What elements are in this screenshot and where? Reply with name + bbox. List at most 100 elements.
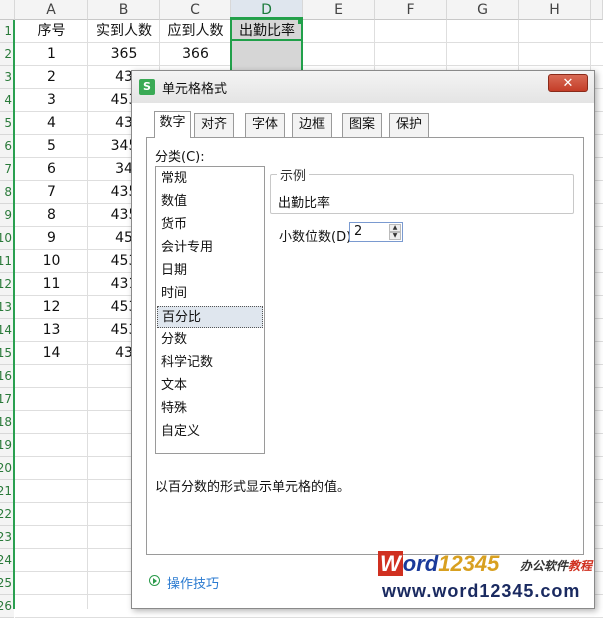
play-circle-icon[interactable] xyxy=(149,575,160,586)
category-item-currency[interactable]: 货币 xyxy=(157,214,263,236)
decimal-places-stepper[interactable]: 2 ▲ ▼ xyxy=(349,222,403,242)
category-item-scientific[interactable]: 科学记数 xyxy=(157,352,263,374)
category-item-date[interactable]: 日期 xyxy=(157,260,263,282)
tab-alignment[interactable]: 对齐 xyxy=(194,113,234,137)
row-header[interactable]: 9 xyxy=(0,204,14,227)
row-number: 26 xyxy=(0,599,12,613)
row-header[interactable]: 15 xyxy=(0,342,14,365)
row-header[interactable]: 22 xyxy=(0,503,14,526)
category-item-percentage[interactable]: 百分比 xyxy=(157,306,263,328)
cell-a10[interactable]: 9 xyxy=(15,227,88,249)
cell-a6[interactable]: 5 xyxy=(15,135,88,157)
tab-border[interactable]: 边框 xyxy=(292,113,332,137)
row-number: 20 xyxy=(0,461,12,475)
watermark-num: 12345 xyxy=(438,551,500,576)
cell-a14[interactable]: 13 xyxy=(15,319,88,341)
row-header[interactable]: 26 xyxy=(0,595,14,618)
cell-a11[interactable]: 10 xyxy=(15,250,88,272)
category-item-fraction[interactable]: 分数 xyxy=(157,329,263,351)
column-header-i[interactable] xyxy=(591,0,603,20)
row-header[interactable]: 6 xyxy=(0,135,14,158)
row-header[interactable]: 25 xyxy=(0,572,14,595)
cell-a12[interactable]: 11 xyxy=(15,273,88,295)
cell-a7[interactable]: 6 xyxy=(15,158,88,180)
row-header[interactable]: 16 xyxy=(0,365,14,388)
tab-font[interactable]: 字体 xyxy=(245,113,285,137)
tab-number[interactable]: 数字 xyxy=(154,111,191,138)
select-all-corner[interactable] xyxy=(0,0,15,20)
row-header[interactable]: 21 xyxy=(0,480,14,503)
fill-handle[interactable] xyxy=(298,19,303,24)
row-header[interactable]: 7 xyxy=(0,158,14,181)
cell-a5[interactable]: 4 xyxy=(15,112,88,134)
column-header-a[interactable]: A xyxy=(15,0,88,20)
cell-a8[interactable]: 7 xyxy=(15,181,88,203)
decimal-places-value[interactable]: 2 xyxy=(354,224,362,239)
cell-a13[interactable]: 12 xyxy=(15,296,88,318)
dialog-titlebar[interactable]: S 单元格格式 ✕ xyxy=(132,71,594,103)
selection-border xyxy=(230,40,232,72)
cell-b2[interactable]: 365 xyxy=(88,43,160,65)
row-header[interactable]: 12 xyxy=(0,273,14,296)
watermark-brand: Word12345 xyxy=(378,551,499,577)
row-header[interactable]: 19 xyxy=(0,434,14,457)
tab-protection[interactable]: 保护 xyxy=(389,113,429,137)
category-item-general[interactable]: 常规 xyxy=(157,168,263,190)
row-header[interactable]: 24 xyxy=(0,549,14,572)
row-header[interactable]: 5 xyxy=(0,112,14,135)
row-header[interactable]: 2 xyxy=(0,43,14,66)
app-logo-icon: S xyxy=(139,79,155,95)
column-header-f[interactable]: F xyxy=(375,0,447,20)
column-header-e[interactable]: E xyxy=(303,0,375,20)
watermark-tagline: 办公软件教程 xyxy=(520,557,592,574)
column-header-c[interactable]: C xyxy=(160,0,231,20)
row-header[interactable]: 20 xyxy=(0,457,14,480)
cell-a15[interactable]: 14 xyxy=(15,342,88,364)
category-item-text[interactable]: 文本 xyxy=(157,375,263,397)
row-header[interactable]: 11 xyxy=(0,250,14,273)
column-header-b[interactable]: B xyxy=(88,0,160,20)
row-number: 18 xyxy=(0,415,12,429)
row-header[interactable]: 18 xyxy=(0,411,14,434)
category-item-special[interactable]: 特殊 xyxy=(157,398,263,420)
category-item-time[interactable]: 时间 xyxy=(157,283,263,305)
cell-c1[interactable]: 应到人数 xyxy=(160,20,231,42)
cell-a9[interactable]: 8 xyxy=(15,204,88,226)
category-item-custom[interactable]: 自定义 xyxy=(157,421,263,443)
category-item-number[interactable]: 数值 xyxy=(157,191,263,213)
row-header[interactable]: 13 xyxy=(0,296,14,319)
cell-a3[interactable]: 2 xyxy=(15,66,88,88)
row-header[interactable]: 3 xyxy=(0,66,14,89)
cell-a2[interactable]: 1 xyxy=(15,43,88,65)
row-number: 15 xyxy=(0,346,12,360)
active-cell-border xyxy=(230,17,303,41)
row-number: 22 xyxy=(0,507,12,521)
row-header[interactable]: 14 xyxy=(0,319,14,342)
cell-b1[interactable]: 实到人数 xyxy=(88,20,160,42)
category-list[interactable]: 常规 数值 货币 会计专用 日期 时间 百分比 分数 科学记数 文本 特殊 自定… xyxy=(155,166,265,454)
row-header[interactable]: 1 xyxy=(0,20,14,43)
category-item-accounting[interactable]: 会计专用 xyxy=(157,237,263,259)
row-number: 12 xyxy=(0,277,12,291)
cell-c2[interactable]: 366 xyxy=(160,43,231,65)
cell-a4[interactable]: 3 xyxy=(15,89,88,111)
cell-a1[interactable]: 序号 xyxy=(15,20,88,42)
spin-up-icon[interactable]: ▲ xyxy=(389,224,401,232)
close-button[interactable]: ✕ xyxy=(548,74,588,92)
row-header[interactable]: 23 xyxy=(0,526,14,549)
row-header[interactable]: 8 xyxy=(0,181,14,204)
spin-down-icon[interactable]: ▼ xyxy=(389,232,401,240)
watermark-url: www.word12345.com xyxy=(382,581,581,601)
row-header[interactable]: 10 xyxy=(0,227,14,250)
column-header-h[interactable]: H xyxy=(519,0,591,20)
row-number: 10 xyxy=(0,231,12,245)
column-header-g[interactable]: G xyxy=(447,0,519,20)
row-number: 14 xyxy=(0,323,12,337)
row-number: 8 xyxy=(4,185,12,199)
row-number: 5 xyxy=(4,116,12,130)
category-description: 以百分数的形式显示单元格的值。 xyxy=(155,480,351,495)
tips-link[interactable]: 操作技巧 xyxy=(167,573,219,592)
row-header[interactable]: 17 xyxy=(0,388,14,411)
row-header[interactable]: 4 xyxy=(0,89,14,112)
tab-pattern[interactable]: 图案 xyxy=(342,113,382,137)
